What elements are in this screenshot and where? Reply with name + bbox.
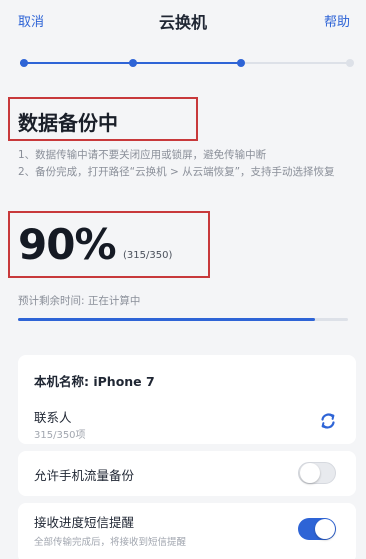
backup-note-2: 2、备份完成，打开路径“云换机 > 从云端恢复”，支持手动选择恢复 [18,166,335,178]
sync-icon [321,413,335,429]
nav-bar: 取消 云换机 帮助 [0,0,366,44]
mobile-data-card: 允许手机流量备份 [18,451,356,496]
backup-notes: 1、数据传输中请不要关闭应用或锁屏，避免传输中断 2、备份完成，打开路径“云换机… [18,147,348,181]
step-dot-3 [237,59,245,67]
device-name: 本机名称: iPhone 7 [34,374,155,389]
contacts-count: 315/350项 [34,430,86,441]
mobile-data-label: 允许手机流量备份 [34,468,135,483]
contacts-label: 联系人 [34,410,72,425]
step-indicator [20,58,354,68]
percent-highlight-box: 90% (315/350) [8,211,210,278]
progress-bar [18,318,348,321]
page-title: 数据备份中 [18,111,118,135]
remaining-time: 预计剩余时间: 正在计算中 [18,295,141,307]
page-header-title: 云换机 [158,13,207,32]
sms-reminder-card: 接收进度短信提醒 全部传输完成后，将接收到短信提醒 [18,503,356,559]
progress-percent: 90% [18,220,117,269]
help-button[interactable]: 帮助 [324,11,350,30]
backup-note-1: 1、数据传输中请不要关闭应用或锁屏，避免传输中断 [18,149,267,161]
progress-bar-fill [18,318,315,321]
toggle-knob [300,463,320,483]
step-line-pending [240,62,350,64]
step-dot-1 [20,59,28,67]
sms-reminder-toggle[interactable] [298,518,336,540]
sms-reminder-subtext: 全部传输完成后，将接收到短信提醒 [34,537,187,548]
sms-reminder-label: 接收进度短信提醒 [34,515,135,530]
progress-count: (315/350) [123,250,173,261]
step-dot-4 [346,59,354,67]
title-highlight-box: 数据备份中 [8,97,198,141]
mobile-data-toggle[interactable] [298,462,336,484]
device-card: 本机名称: iPhone 7 联系人 315/350项 [18,355,356,444]
toggle-knob [315,519,335,539]
step-dot-2 [129,59,137,67]
